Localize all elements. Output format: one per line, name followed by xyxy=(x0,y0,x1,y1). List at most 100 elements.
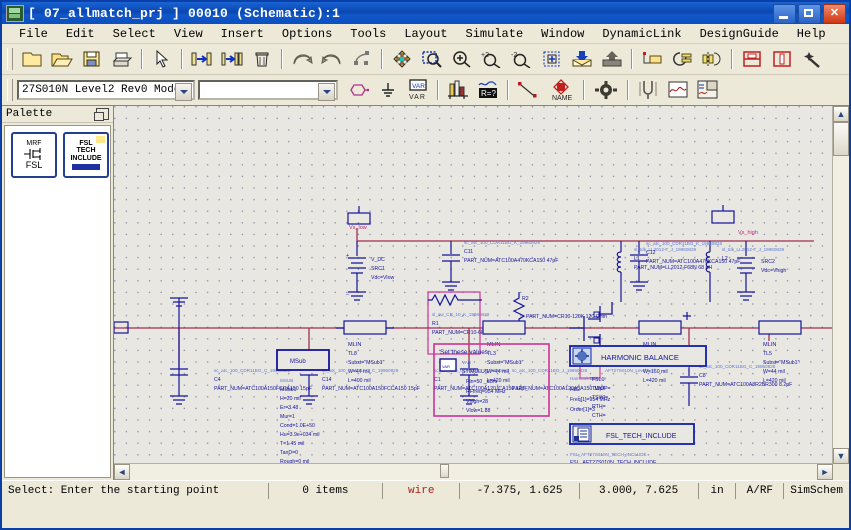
harmonic-balance-kind: HarmonicBalance xyxy=(570,376,607,381)
library-select[interactable]: 27S010N Level2 Rev0 Model xyxy=(17,80,195,101)
c14-ref: C14 xyxy=(322,377,332,383)
zoom-in-icon[interactable] xyxy=(447,45,477,73)
push-into-hierarchy-icon[interactable] xyxy=(187,45,217,73)
tl3-symbol xyxy=(482,320,526,335)
print-icon[interactable] xyxy=(107,45,137,73)
var-row-vhigh: Vhigh=28 xyxy=(466,399,488,405)
palette-header: Palette xyxy=(2,106,113,123)
menu-dynamiclink[interactable]: DynamicLink xyxy=(593,26,690,42)
view-all-icon[interactable] xyxy=(537,45,567,73)
rotate-icon[interactable] xyxy=(667,45,697,73)
main-toolbar: +2 -2 xyxy=(2,44,849,75)
menu-simulate[interactable]: Simulate xyxy=(457,26,533,42)
data-items-icon[interactable] xyxy=(443,76,473,104)
wire-name-icon[interactable]: NAME xyxy=(543,76,579,104)
pop-out-hierarchy-icon[interactable] xyxy=(217,45,247,73)
c1-ref: C1 xyxy=(434,377,441,383)
c11-model: sc_atc_100_CDR11BG_K_19960828 xyxy=(464,240,540,245)
menu-layout[interactable]: Layout xyxy=(395,26,456,42)
var-row-vlow: Vlow=1.88 xyxy=(466,408,490,414)
scroll-up-button[interactable]: ▲ xyxy=(833,106,849,122)
zoom-out2-icon[interactable]: -2 xyxy=(507,45,537,73)
var-row-rffreq: RFfreq=954 MHz xyxy=(466,389,506,395)
port-icon[interactable] xyxy=(343,76,373,104)
tuning-fork-icon[interactable] xyxy=(633,76,663,104)
pointer-icon[interactable] xyxy=(147,45,177,73)
undo-icon[interactable] xyxy=(287,45,317,73)
maximize-button[interactable] xyxy=(798,4,821,24)
mirror-icon[interactable] xyxy=(697,45,727,73)
l1-model: sl_tdk_LL2012-F_J_19960828 xyxy=(634,247,697,252)
menu-help[interactable]: Help xyxy=(788,26,835,42)
menu-bar: File Edit Select View Insert Options Too… xyxy=(2,24,849,44)
horizontal-scroll-thumb[interactable] xyxy=(440,464,449,478)
horizontal-scrollbar[interactable]: ◄ ► xyxy=(114,463,833,480)
r1-ref: R1 xyxy=(432,321,439,327)
toolbar-separator-4 xyxy=(381,49,383,69)
import-icon[interactable] xyxy=(567,45,597,73)
menu-tools[interactable]: Tools xyxy=(341,26,395,42)
toolbar-grip[interactable] xyxy=(7,48,13,70)
toolbar-separator-2 xyxy=(181,49,183,69)
palette-item-fsl-tech-include[interactable]: FSL TECH INCLUDE xyxy=(63,132,109,178)
palette-item-mrf-fsl[interactable]: MRF FSL xyxy=(11,132,57,178)
title-bar: [ 07_allmatch_prj ] 00010 (Schematic):1 … xyxy=(2,2,849,24)
msub-row-mur: Mur=1 xyxy=(280,414,295,420)
scroll-left-button[interactable]: ◄ xyxy=(114,464,130,480)
deactivate-icon[interactable] xyxy=(737,45,767,73)
zoom-in2-icon[interactable]: +2 xyxy=(477,45,507,73)
redo-icon[interactable] xyxy=(317,45,347,73)
component-toolbar-grip[interactable] xyxy=(7,79,13,101)
msub-name: MSUB xyxy=(280,378,293,383)
meas-eqn-icon[interactable]: R=? xyxy=(473,76,503,104)
menu-insert[interactable]: Insert xyxy=(212,26,273,42)
menu-view[interactable]: View xyxy=(165,26,212,42)
export-icon[interactable] xyxy=(597,45,627,73)
var-eqn-icon[interactable]: VAR VAR xyxy=(403,76,433,104)
fet-symbol-icon xyxy=(24,147,41,160)
palette-list: MRF FSL FSL TECH INCLUDE xyxy=(4,125,111,478)
new-icon[interactable] xyxy=(17,45,47,73)
scroll-down-button[interactable]: ▼ xyxy=(833,448,849,464)
ground-icon[interactable] xyxy=(373,76,403,104)
c11-part: PART_NUM=ATC100A470KCA150 47pF xyxy=(464,258,558,264)
open-folder-icon[interactable] xyxy=(47,45,77,73)
status-mode: wire xyxy=(382,483,459,499)
save-data-icon[interactable] xyxy=(693,76,723,104)
chevron-down-icon[interactable] xyxy=(175,83,192,101)
wire-label-icon[interactable] xyxy=(637,45,667,73)
wand-icon[interactable] xyxy=(797,45,827,73)
menu-edit[interactable]: Edit xyxy=(57,26,104,42)
vs-low-label: Vs_low xyxy=(349,225,367,231)
activate-icon[interactable] xyxy=(767,45,797,73)
save-icon[interactable] xyxy=(77,45,107,73)
src1-type: V_DC xyxy=(371,257,385,263)
palette-item-mrf-fsl-line1: MRF xyxy=(26,139,42,147)
menu-designguide[interactable]: DesignGuide xyxy=(691,26,788,42)
menu-file[interactable]: File xyxy=(10,26,57,42)
component-select[interactable] xyxy=(198,80,338,101)
move-icon[interactable] xyxy=(387,45,417,73)
menu-window[interactable]: Window xyxy=(532,26,593,42)
schematic-drawing[interactable]: + – Vs_low V_DC SRC1 Vdc=Vlow sc_atc_100… xyxy=(114,106,833,464)
dock-window-icon[interactable] xyxy=(94,108,109,121)
menu-select[interactable]: Select xyxy=(104,26,165,42)
menu-options[interactable]: Options xyxy=(273,26,341,42)
minimize-button[interactable] xyxy=(773,4,796,24)
tl5-ref: TL5 xyxy=(763,351,772,357)
svg-text:VAR: VAR xyxy=(412,83,425,90)
delete-trash-icon[interactable] xyxy=(247,45,277,73)
edit-shape-icon[interactable] xyxy=(347,45,377,73)
vertical-scrollbar[interactable]: ▲ ▼ xyxy=(832,106,849,464)
chevron-down-icon-2[interactable] xyxy=(318,83,335,101)
zoom-area-icon[interactable] xyxy=(417,45,447,73)
close-button[interactable]: ✕ xyxy=(823,4,846,24)
display-window-icon[interactable] xyxy=(663,76,693,104)
simulate-gear-icon[interactable] xyxy=(589,76,623,104)
c8-model: sc_atc_100_CDR11BG_C_19960828 xyxy=(699,364,776,369)
vertical-scroll-thumb[interactable] xyxy=(833,122,849,156)
fet-param-cth: CTH= xyxy=(592,413,606,419)
schematic-canvas[interactable]: + – Vs_low V_DC SRC1 Vdc=Vlow sc_atc_100… xyxy=(114,106,833,464)
insert-wire-icon[interactable] xyxy=(513,76,543,104)
scroll-right-button[interactable]: ► xyxy=(817,464,833,480)
